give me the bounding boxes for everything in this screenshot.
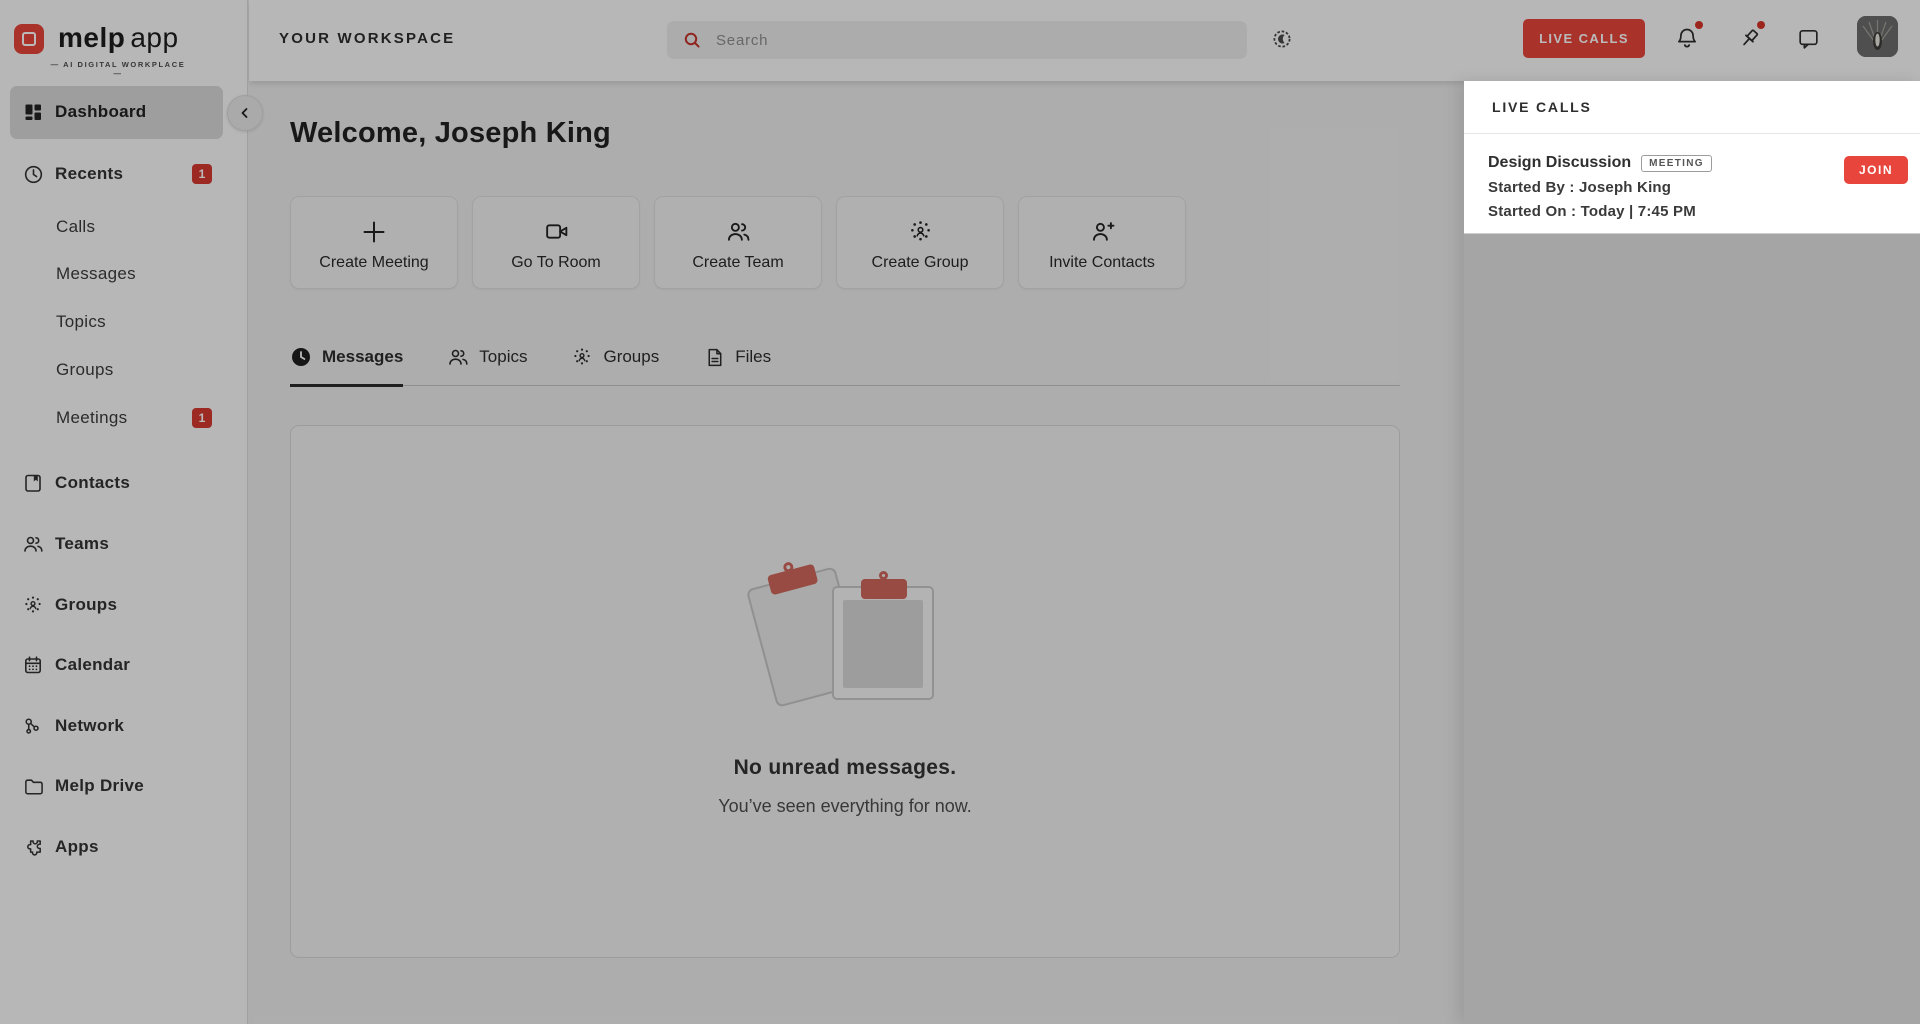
live-calls-header: LIVE CALLS bbox=[1464, 81, 1920, 134]
live-call-item: Design Discussion MEETING Started By : J… bbox=[1464, 134, 1920, 220]
live-calls-panel: LIVE CALLS Design Discussion MEETING Sta… bbox=[1464, 81, 1920, 1024]
app-root: melpapp — AI DIGITAL WORKPLACE — Dashboa… bbox=[0, 0, 1920, 1024]
call-title: Design Discussion bbox=[1488, 154, 1631, 172]
call-started-on: Started On : Today | 7:45 PM bbox=[1488, 203, 1920, 220]
live-calls-card: LIVE CALLS Design Discussion MEETING Sta… bbox=[1464, 81, 1920, 234]
join-call-button[interactable]: JOIN bbox=[1844, 156, 1908, 184]
call-type-badge: MEETING bbox=[1641, 155, 1712, 172]
